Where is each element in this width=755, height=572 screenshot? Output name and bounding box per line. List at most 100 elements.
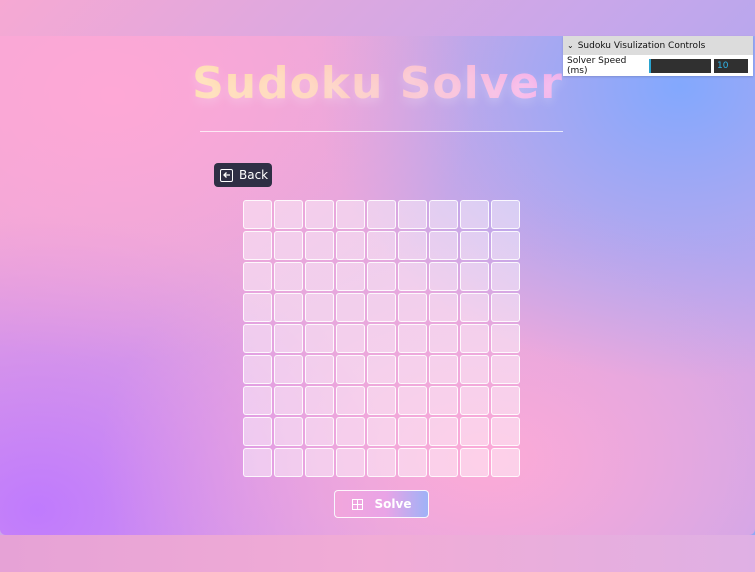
sudoku-cell[interactable]	[367, 386, 396, 415]
sudoku-cell[interactable]	[429, 293, 458, 322]
sudoku-cell[interactable]	[305, 324, 334, 353]
sudoku-cell[interactable]	[367, 293, 396, 322]
sudoku-cell[interactable]	[429, 324, 458, 353]
sudoku-cell[interactable]	[336, 200, 365, 229]
sudoku-cell[interactable]	[367, 355, 396, 384]
sudoku-cell[interactable]	[491, 386, 520, 415]
sudoku-cell[interactable]	[460, 324, 489, 353]
sudoku-cell[interactable]	[336, 355, 365, 384]
sudoku-cell[interactable]	[274, 262, 303, 291]
sudoku-cell[interactable]	[243, 262, 272, 291]
sudoku-cell[interactable]	[274, 200, 303, 229]
sudoku-cell[interactable]	[243, 231, 272, 260]
controls-header-label: Sudoku Visulization Controls	[577, 40, 706, 51]
sudoku-cell[interactable]	[460, 262, 489, 291]
sudoku-cell[interactable]	[491, 448, 520, 477]
page-background-footer	[0, 535, 755, 572]
sudoku-cell[interactable]	[460, 448, 489, 477]
sudoku-cell[interactable]	[243, 200, 272, 229]
sudoku-cell[interactable]	[398, 386, 427, 415]
grid-icon	[351, 498, 363, 510]
sudoku-cell[interactable]	[429, 355, 458, 384]
sudoku-cell[interactable]	[398, 200, 427, 229]
sudoku-cell[interactable]	[243, 417, 272, 446]
sudoku-cell[interactable]	[367, 231, 396, 260]
sudoku-cell[interactable]	[491, 200, 520, 229]
sudoku-cell[interactable]	[429, 386, 458, 415]
sudoku-cell[interactable]	[336, 386, 365, 415]
sudoku-cell[interactable]	[491, 231, 520, 260]
back-arrow-icon	[220, 168, 233, 182]
sudoku-cell[interactable]	[429, 262, 458, 291]
sudoku-cell[interactable]	[460, 293, 489, 322]
sudoku-cell[interactable]	[274, 231, 303, 260]
sudoku-cell[interactable]	[243, 355, 272, 384]
sudoku-cell[interactable]	[460, 386, 489, 415]
sudoku-cell[interactable]	[398, 448, 427, 477]
sudoku-cell[interactable]	[398, 262, 427, 291]
sudoku-cell[interactable]	[305, 386, 334, 415]
sudoku-cell[interactable]	[305, 355, 334, 384]
sudoku-cell[interactable]	[305, 417, 334, 446]
sudoku-cell[interactable]	[398, 324, 427, 353]
title-divider	[200, 131, 563, 132]
sudoku-cell[interactable]	[336, 448, 365, 477]
sudoku-cell[interactable]	[274, 355, 303, 384]
slider-fill	[649, 58, 651, 73]
sudoku-cell[interactable]	[460, 200, 489, 229]
controls-header[interactable]: ⌄ Sudoku Visulization Controls	[563, 36, 753, 55]
sudoku-cell[interactable]	[429, 448, 458, 477]
solver-speed-slider[interactable]	[649, 58, 711, 73]
sudoku-cell[interactable]	[367, 200, 396, 229]
sudoku-cell[interactable]	[460, 231, 489, 260]
sudoku-cell[interactable]	[491, 355, 520, 384]
visualization-controls-panel: ⌄ Sudoku Visulization Controls Solver Sp…	[563, 36, 753, 76]
sudoku-cell[interactable]	[336, 324, 365, 353]
sudoku-cell[interactable]	[491, 262, 520, 291]
sudoku-cell[interactable]	[429, 231, 458, 260]
sudoku-cell[interactable]	[460, 355, 489, 384]
sudoku-cell[interactable]	[243, 386, 272, 415]
sudoku-cell[interactable]	[398, 293, 427, 322]
sudoku-cell[interactable]	[367, 417, 396, 446]
sudoku-cell[interactable]	[336, 262, 365, 291]
sudoku-cell[interactable]	[305, 448, 334, 477]
sudoku-cell[interactable]	[367, 448, 396, 477]
sudoku-cell[interactable]	[305, 200, 334, 229]
solver-speed-input[interactable]: 10	[714, 58, 748, 73]
sudoku-cell[interactable]	[429, 417, 458, 446]
back-button-label: Back	[239, 168, 269, 182]
solver-speed-row: Solver Speed (ms) 10	[563, 55, 753, 76]
sudoku-cell[interactable]	[398, 231, 427, 260]
sudoku-cell[interactable]	[460, 417, 489, 446]
app-stage: Sudoku Solver Back Solve	[0, 36, 755, 535]
sudoku-cell[interactable]	[336, 417, 365, 446]
sudoku-cell[interactable]	[367, 324, 396, 353]
sudoku-cell[interactable]	[491, 324, 520, 353]
solve-button-label: Solve	[374, 497, 412, 511]
sudoku-cell[interactable]	[243, 293, 272, 322]
solver-speed-label: Solver Speed (ms)	[567, 55, 627, 76]
sudoku-cell[interactable]	[274, 417, 303, 446]
sudoku-board	[243, 200, 520, 477]
chevron-down-icon: ⌄	[567, 41, 574, 50]
sudoku-cell[interactable]	[336, 293, 365, 322]
sudoku-cell[interactable]	[367, 262, 396, 291]
sudoku-cell[interactable]	[243, 324, 272, 353]
sudoku-cell[interactable]	[274, 324, 303, 353]
sudoku-cell[interactable]	[398, 355, 427, 384]
sudoku-cell[interactable]	[429, 200, 458, 229]
sudoku-cell[interactable]	[491, 293, 520, 322]
sudoku-cell[interactable]	[274, 293, 303, 322]
sudoku-cell[interactable]	[274, 386, 303, 415]
sudoku-cell[interactable]	[491, 417, 520, 446]
back-button[interactable]: Back	[214, 163, 272, 187]
sudoku-cell[interactable]	[274, 448, 303, 477]
sudoku-cell[interactable]	[305, 293, 334, 322]
sudoku-cell[interactable]	[305, 231, 334, 260]
sudoku-cell[interactable]	[336, 231, 365, 260]
sudoku-cell[interactable]	[305, 262, 334, 291]
sudoku-cell[interactable]	[243, 448, 272, 477]
solve-button[interactable]: Solve	[334, 490, 429, 518]
sudoku-cell[interactable]	[398, 417, 427, 446]
